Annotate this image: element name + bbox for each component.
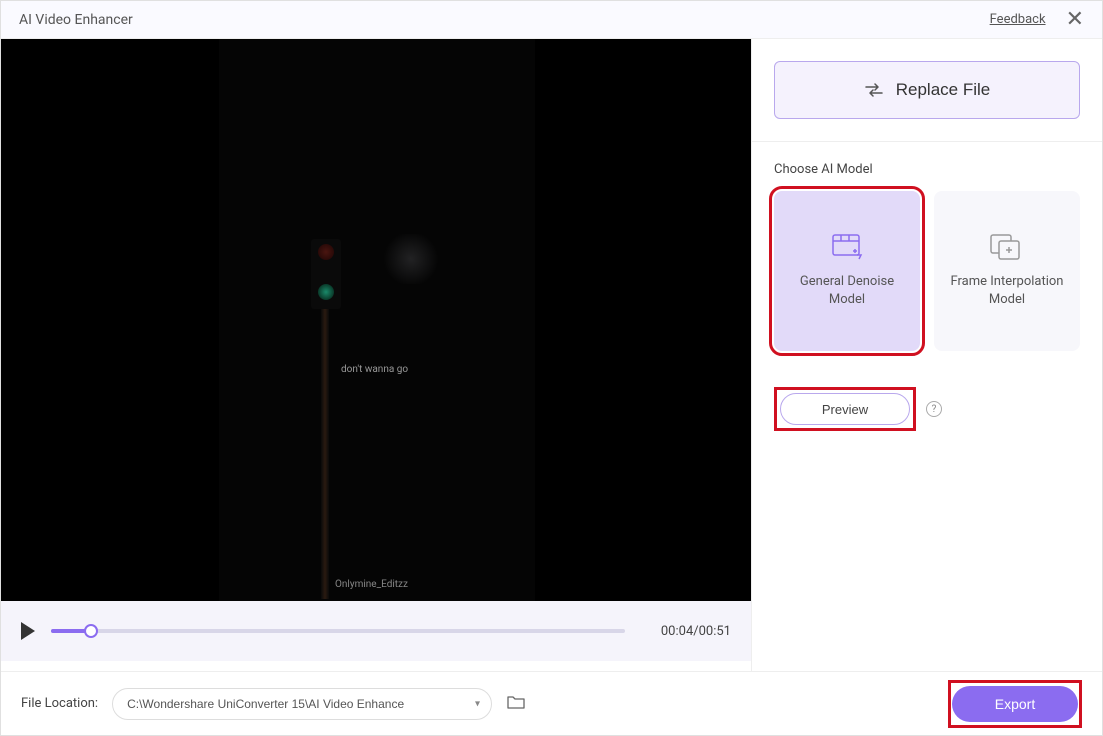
file-location-select[interactable] (112, 688, 492, 720)
app-window: AI Video Enhancer Feedback ✕ don't wanna… (0, 0, 1103, 736)
denoise-icon (829, 233, 865, 261)
preview-row: Preview ? (752, 371, 1102, 447)
swap-icon (864, 83, 884, 97)
time-display: 00:04/00:51 (641, 624, 731, 639)
video-preview[interactable]: don't wanna go Onlymine_Editzz (1, 39, 751, 601)
choose-model-label: Choose AI Model (774, 162, 1080, 177)
folder-icon[interactable] (506, 694, 526, 714)
export-button[interactable]: Export (952, 686, 1078, 722)
preview-button[interactable]: Preview (780, 393, 910, 425)
help-icon[interactable]: ? (926, 401, 942, 417)
file-location-label: File Location: (21, 696, 98, 711)
right-sidebar: Replace File Choose AI Model (752, 39, 1102, 671)
model-section: Choose AI Model General Denoise Model (752, 142, 1102, 371)
play-icon[interactable] (21, 622, 35, 640)
model-frame-interpolation[interactable]: Frame Interpolation Model (934, 191, 1080, 351)
left-panel: don't wanna go Onlymine_Editzz 00:04/00:… (1, 39, 752, 671)
feedback-link[interactable]: Feedback (990, 12, 1046, 27)
interpolation-icon (989, 233, 1025, 261)
video-caption: don't wanna go (341, 364, 408, 375)
video-frame (219, 39, 535, 601)
video-watermark: Onlymine_Editzz (335, 579, 408, 590)
model-name-label: Frame Interpolation Model (944, 273, 1070, 309)
titlebar: AI Video Enhancer Feedback ✕ (1, 1, 1102, 39)
player-controls: 00:04/00:51 (1, 601, 751, 661)
main-content: don't wanna go Onlymine_Editzz 00:04/00:… (1, 39, 1102, 671)
window-title: AI Video Enhancer (19, 12, 133, 28)
replace-file-button[interactable]: Replace File (774, 61, 1080, 119)
seek-thumb[interactable] (84, 624, 98, 638)
titlebar-right: Feedback ✕ (990, 7, 1084, 32)
replace-file-label: Replace File (896, 80, 991, 100)
close-icon[interactable]: ✕ (1066, 7, 1084, 32)
model-name-label: General Denoise Model (784, 273, 910, 309)
seek-slider[interactable] (51, 627, 625, 635)
model-row: General Denoise Model Frame Interpolatio… (774, 191, 1080, 351)
footer-bar: File Location: ▾ Export (1, 671, 1102, 735)
model-general-denoise[interactable]: General Denoise Model (774, 191, 920, 351)
